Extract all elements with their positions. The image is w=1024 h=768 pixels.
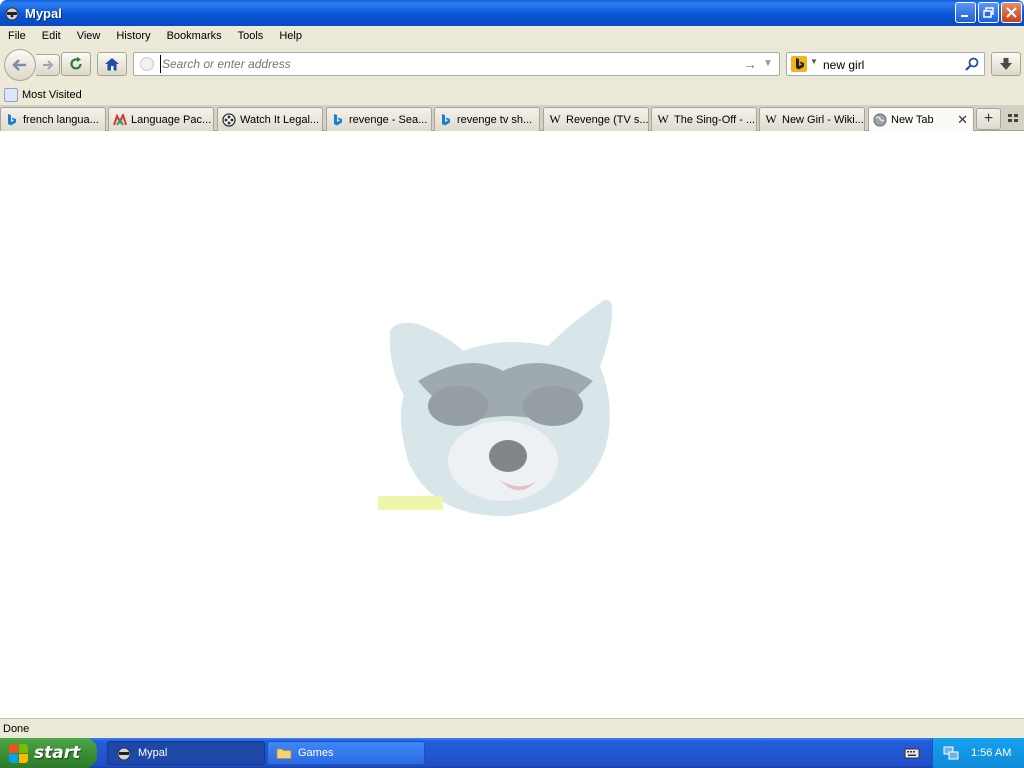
system-tray: 1:56 AM xyxy=(932,738,1024,768)
globe-icon xyxy=(873,113,887,127)
tab-revenge-search[interactable]: revenge - Sea... xyxy=(326,107,432,131)
page-content xyxy=(0,131,1024,718)
status-text: Done xyxy=(3,722,30,735)
taskbar-item-games[interactable]: Games xyxy=(267,741,425,765)
back-button[interactable] xyxy=(4,49,36,81)
start-label: start xyxy=(34,743,81,763)
engine-dropdown-icon[interactable]: ▼ xyxy=(810,57,818,66)
menu-help[interactable]: Help xyxy=(275,30,306,42)
status-bar: Done xyxy=(0,718,1024,738)
tab-language-packs[interactable]: Language Pac... xyxy=(108,107,214,131)
taskbar: start Mypal Games 1:56 AM xyxy=(0,738,1024,768)
reload-button[interactable] xyxy=(61,52,91,76)
raccoon-logo-icon xyxy=(378,300,613,517)
windows-flag-icon xyxy=(8,743,28,763)
keyboard-icon[interactable] xyxy=(904,746,920,760)
tab-new-tab[interactable]: New Tab ✕ xyxy=(868,107,974,132)
address-dropdown-icon[interactable]: ▼ xyxy=(763,56,775,72)
forward-arrow-icon xyxy=(42,60,53,70)
close-tab-icon[interactable]: ✕ xyxy=(957,112,968,128)
go-arrow-icon[interactable]: → xyxy=(743,56,757,72)
film-reel-icon xyxy=(222,112,236,127)
clock[interactable]: 1:56 AM xyxy=(971,747,1011,759)
mypal-icon xyxy=(117,747,131,761)
bing-icon[interactable] xyxy=(791,56,807,72)
taskbar-item-label: Games xyxy=(298,747,334,759)
mypal-icon xyxy=(5,7,19,21)
close-button[interactable] xyxy=(1001,2,1022,23)
menu-tools[interactable]: Tools xyxy=(234,30,268,42)
window-title: Mypal xyxy=(25,5,62,21)
bookmark-label: Most Visited xyxy=(22,88,82,101)
plus-icon: + xyxy=(983,110,994,127)
bookmark-most-visited[interactable]: Most Visited xyxy=(4,87,82,102)
mypal-icon xyxy=(113,113,127,127)
tab-new-girl-wiki[interactable]: W New Girl - Wiki... xyxy=(759,107,865,131)
search-input[interactable] xyxy=(823,56,953,74)
new-tab-button[interactable]: + xyxy=(976,108,1001,130)
menu-bookmarks[interactable]: Bookmarks xyxy=(163,30,226,42)
back-arrow-icon xyxy=(12,59,26,71)
menu-bar: File Edit View History Bookmarks Tools H… xyxy=(0,26,1024,46)
wikipedia-icon: W xyxy=(765,112,777,126)
minimize-icon xyxy=(961,15,968,17)
home-icon xyxy=(105,58,119,71)
search-bar[interactable]: ▼ xyxy=(786,52,985,76)
address-input[interactable] xyxy=(160,55,730,73)
tab-french-language[interactable]: french langua... xyxy=(0,107,106,131)
tab-strip: french langua... Language Pac... Watch I… xyxy=(0,105,1024,132)
bing-icon xyxy=(331,113,345,127)
menu-view[interactable]: View xyxy=(73,30,105,42)
tab-watch-it-legal[interactable]: Watch It Legal... xyxy=(217,107,323,131)
wikipedia-icon: W xyxy=(657,112,669,126)
tab-revenge-tv-show[interactable]: revenge tv sh... xyxy=(434,107,540,131)
forward-button[interactable] xyxy=(36,54,60,76)
menu-edit[interactable]: Edit xyxy=(38,30,65,42)
restore-icon xyxy=(983,7,994,18)
close-icon xyxy=(1006,7,1017,18)
search-icon[interactable] xyxy=(964,56,980,72)
title-bar[interactable]: Mypal xyxy=(0,0,1024,26)
address-bar[interactable]: → ▼ xyxy=(133,52,780,76)
wikipedia-icon: W xyxy=(549,112,561,126)
download-arrow-icon xyxy=(1000,58,1012,70)
minimize-button[interactable] xyxy=(955,2,976,23)
start-button[interactable]: start xyxy=(0,738,97,768)
restore-button[interactable] xyxy=(978,2,999,23)
bing-icon xyxy=(439,113,453,127)
menu-history[interactable]: History xyxy=(112,30,154,42)
menu-file[interactable]: File xyxy=(4,30,30,42)
taskbar-item-label: Mypal xyxy=(138,747,168,759)
bookmarks-toolbar: Most Visited xyxy=(0,84,1024,105)
tab-revenge-wikipedia[interactable]: W Revenge (TV s... xyxy=(543,107,649,131)
site-identity-icon[interactable] xyxy=(140,57,154,71)
home-button[interactable] xyxy=(97,52,127,76)
bing-icon xyxy=(5,113,19,127)
reload-icon xyxy=(70,57,82,70)
taskbar-item-mypal[interactable]: Mypal xyxy=(107,741,265,765)
network-icon[interactable] xyxy=(943,745,959,761)
downloads-button[interactable] xyxy=(991,52,1021,76)
list-all-tabs-icon[interactable] xyxy=(1005,110,1021,126)
navigation-toolbar: → ▼ ▼ xyxy=(0,46,1024,84)
tab-sing-off[interactable]: W The Sing-Off - ... xyxy=(651,107,757,131)
most-visited-icon xyxy=(4,87,18,102)
folder-icon xyxy=(276,748,292,759)
